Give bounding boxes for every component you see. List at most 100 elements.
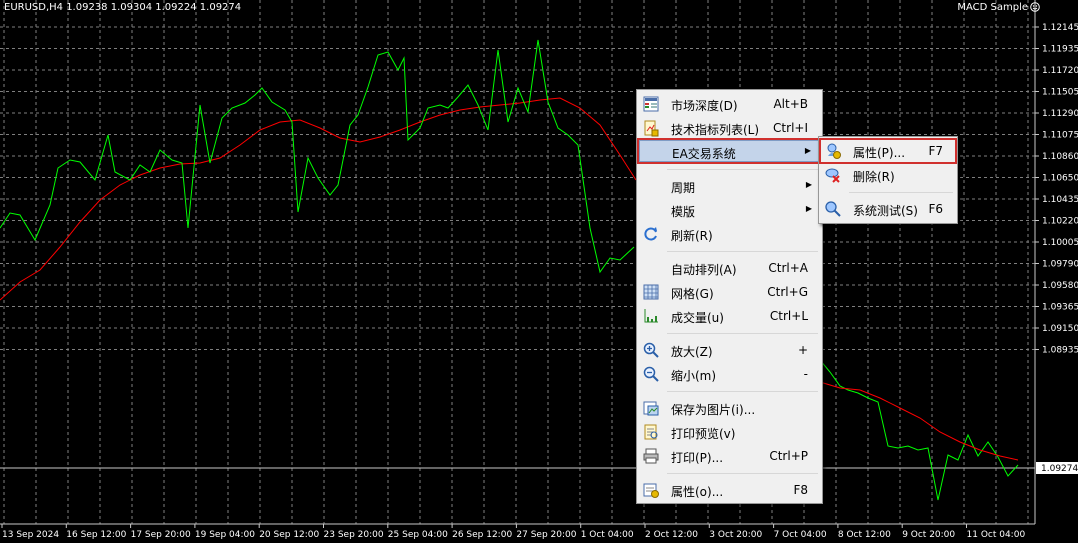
menu-item-label: 刷新(R)	[671, 229, 713, 243]
price-tick-label: 1.09580	[1042, 281, 1078, 291]
menu-item-item-3[interactable]: 周期 ▶	[639, 175, 820, 197]
zoom-in-icon	[642, 341, 660, 359]
menu-item-label: 打印(P)...	[671, 451, 724, 465]
menu-item-market-depth[interactable]: 市场深度(D) Alt+B	[639, 93, 820, 115]
chart-grid	[0, 0, 1035, 524]
menu-item-ea-properties[interactable]: 属性(P)... F7	[819, 138, 957, 164]
time-tick-label: 3 Oct 20:00	[709, 530, 762, 540]
price-tick-label: 1.11290	[1042, 109, 1078, 119]
price-tick-label: 1.10860	[1042, 152, 1078, 162]
menu-item-label: 放大(Z)	[671, 345, 713, 359]
print-preview-icon	[642, 423, 660, 441]
price-line	[0, 39, 635, 274]
time-tick-label: 25 Sep 04:00	[388, 530, 448, 540]
menu-item-save-picture[interactable]: 保存为图片(i)...	[639, 397, 820, 419]
menu-item-shortcut: -	[803, 367, 808, 381]
menu-item-grid[interactable]: 网格(G) Ctrl+G	[639, 281, 820, 303]
menu-item-volumes[interactable]: 成交量(u) Ctrl+L	[639, 305, 820, 327]
menu-item-zoom-in[interactable]: 放大(Z) +	[639, 339, 820, 361]
menu-item-label: 成交量(u)	[671, 311, 724, 325]
menu-item-shortcut: +	[797, 343, 808, 357]
time-tick-label: 23 Sep 20:00	[324, 530, 384, 540]
menu-item-label: 模版	[671, 205, 696, 219]
properties-icon	[642, 481, 660, 499]
menu-item-label: 打印预览(v)	[671, 427, 736, 441]
save-picture-icon	[642, 399, 660, 417]
menu-separator	[667, 251, 818, 252]
price-tick-label: 1.11935	[1042, 45, 1078, 55]
price-tick-label: 1.09365	[1042, 303, 1078, 313]
time-tick-label: 8 Oct 12:00	[838, 530, 891, 540]
menu-item-strategy-tester[interactable]: 系统测试(S) F6	[821, 198, 955, 220]
menu-item-shortcut: Ctrl+L	[769, 309, 808, 323]
menu-item-shortcut: Ctrl+P	[769, 449, 808, 463]
time-tick-label: 2 Oct 12:00	[645, 530, 698, 540]
ea-properties-icon	[824, 142, 842, 160]
menu-item-label: 保存为图片(i)...	[671, 403, 756, 417]
menu-separator	[849, 192, 953, 193]
time-tick-label: 9 Oct 20:00	[902, 530, 955, 540]
refresh-icon	[642, 225, 660, 243]
price-tick-label: 1.10650	[1042, 174, 1078, 184]
indicators-list-icon	[642, 119, 660, 137]
price-line-segment	[819, 359, 1019, 501]
menu-item-label: 缩小(m)	[671, 369, 717, 383]
time-tick-label: 16 Sep 12:00	[66, 530, 126, 540]
menu-item-item-4[interactable]: 模版 ▶	[639, 199, 820, 221]
price-tick-label: 1.09790	[1042, 260, 1078, 270]
menu-item-shortcut: Ctrl+I	[773, 121, 808, 135]
submenu-arrow-icon: ▶	[805, 204, 812, 213]
menu-item-shortcut: F8	[793, 483, 808, 497]
current-price-label: 1.09274	[1041, 464, 1078, 474]
price-chart[interactable]: 1.12145 1.11935 1.11720 1.11505 1.11290 1.110…	[0, 0, 1078, 543]
menu-item-label: 周期	[671, 181, 696, 195]
menu-item-item-2[interactable]: EA交易系统 ▶	[637, 138, 822, 164]
menu-item-label: 市场深度(D)	[671, 99, 738, 113]
time-tick-label: 19 Sep 04:00	[195, 530, 255, 540]
price-tick-label: 1.11720	[1042, 66, 1078, 76]
expert-advisor-label[interactable]: MACD Sample	[957, 2, 1028, 13]
menu-item-zoom-out[interactable]: 缩小(m) -	[639, 363, 820, 385]
submenu-arrow-icon: ▶	[804, 146, 811, 155]
price-tick-label: 1.10220	[1042, 217, 1078, 227]
menu-item-ea-remove[interactable]: 删除(R)	[821, 164, 955, 186]
smiley-icon	[1030, 2, 1040, 12]
time-tick-label: 20 Sep 12:00	[259, 530, 319, 540]
time-tick-label: 1 Oct 04:00	[581, 530, 634, 540]
market-depth-icon	[642, 95, 660, 113]
expert-advisor-submenu: 属性(P)... F7 删除(R) 系统测试(S) F6	[818, 136, 958, 224]
zoom-out-icon	[642, 365, 660, 383]
price-tick-label: 1.12145	[1042, 23, 1078, 33]
price-tick-label: 1.11075	[1042, 131, 1078, 141]
price-tick-label: 1.09150	[1042, 324, 1078, 334]
grid-icon	[642, 283, 660, 301]
time-tick-label: 13 Sep 2024	[2, 530, 59, 540]
time-tick-label: 7 Oct 04:00	[774, 530, 827, 540]
menu-item-indicators-list[interactable]: 技术指标列表(L) Ctrl+I	[639, 117, 820, 139]
price-tick-label: 1.11505	[1042, 88, 1078, 98]
price-tick-label: 1.10435	[1042, 195, 1078, 205]
menu-item-print[interactable]: 打印(P)... Ctrl+P	[639, 445, 820, 467]
menu-item-refresh[interactable]: 刷新(R)	[639, 223, 820, 245]
menu-item-label: 删除(R)	[853, 170, 895, 184]
menu-separator	[667, 333, 818, 334]
menu-item-label: 系统测试(S)	[853, 204, 918, 218]
menu-separator	[667, 473, 818, 474]
menu-item-label: 属性(P)...	[853, 146, 906, 160]
volumes-icon	[642, 307, 660, 325]
menu-item-label: 自动排列(A)	[671, 263, 737, 277]
menu-item-item-6[interactable]: 自动排列(A) Ctrl+A	[639, 257, 820, 279]
menu-item-print-preview[interactable]: 打印预览(v)	[639, 421, 820, 443]
menu-item-label: 技术指标列表(L)	[671, 123, 760, 137]
price-axis: 1.12145 1.11935 1.11720 1.11505 1.11290 1.110…	[1035, 23, 1078, 356]
time-tick-label: 11 Oct 04:00	[967, 530, 1026, 540]
menu-item-label: 网格(G)	[671, 287, 714, 301]
submenu-arrow-icon: ▶	[805, 180, 812, 189]
price-tick-label: 1.08935	[1042, 346, 1078, 356]
chart-context-menu: 市场深度(D) Alt+B 技术指标列表(L) Ctrl+I EA交易系统 ▶ 周期 ▶ 模版 ▶…	[636, 89, 823, 504]
strategy-tester-icon	[824, 200, 842, 218]
menu-item-label: 属性(o)...	[671, 485, 724, 499]
time-tick-label: 26 Sep 12:00	[452, 530, 512, 540]
menu-item-properties[interactable]: 属性(o)... F8	[639, 479, 820, 501]
symbol-info: EURUSD,H4 1.09238 1.09304 1.09224 1.0927…	[4, 2, 242, 13]
